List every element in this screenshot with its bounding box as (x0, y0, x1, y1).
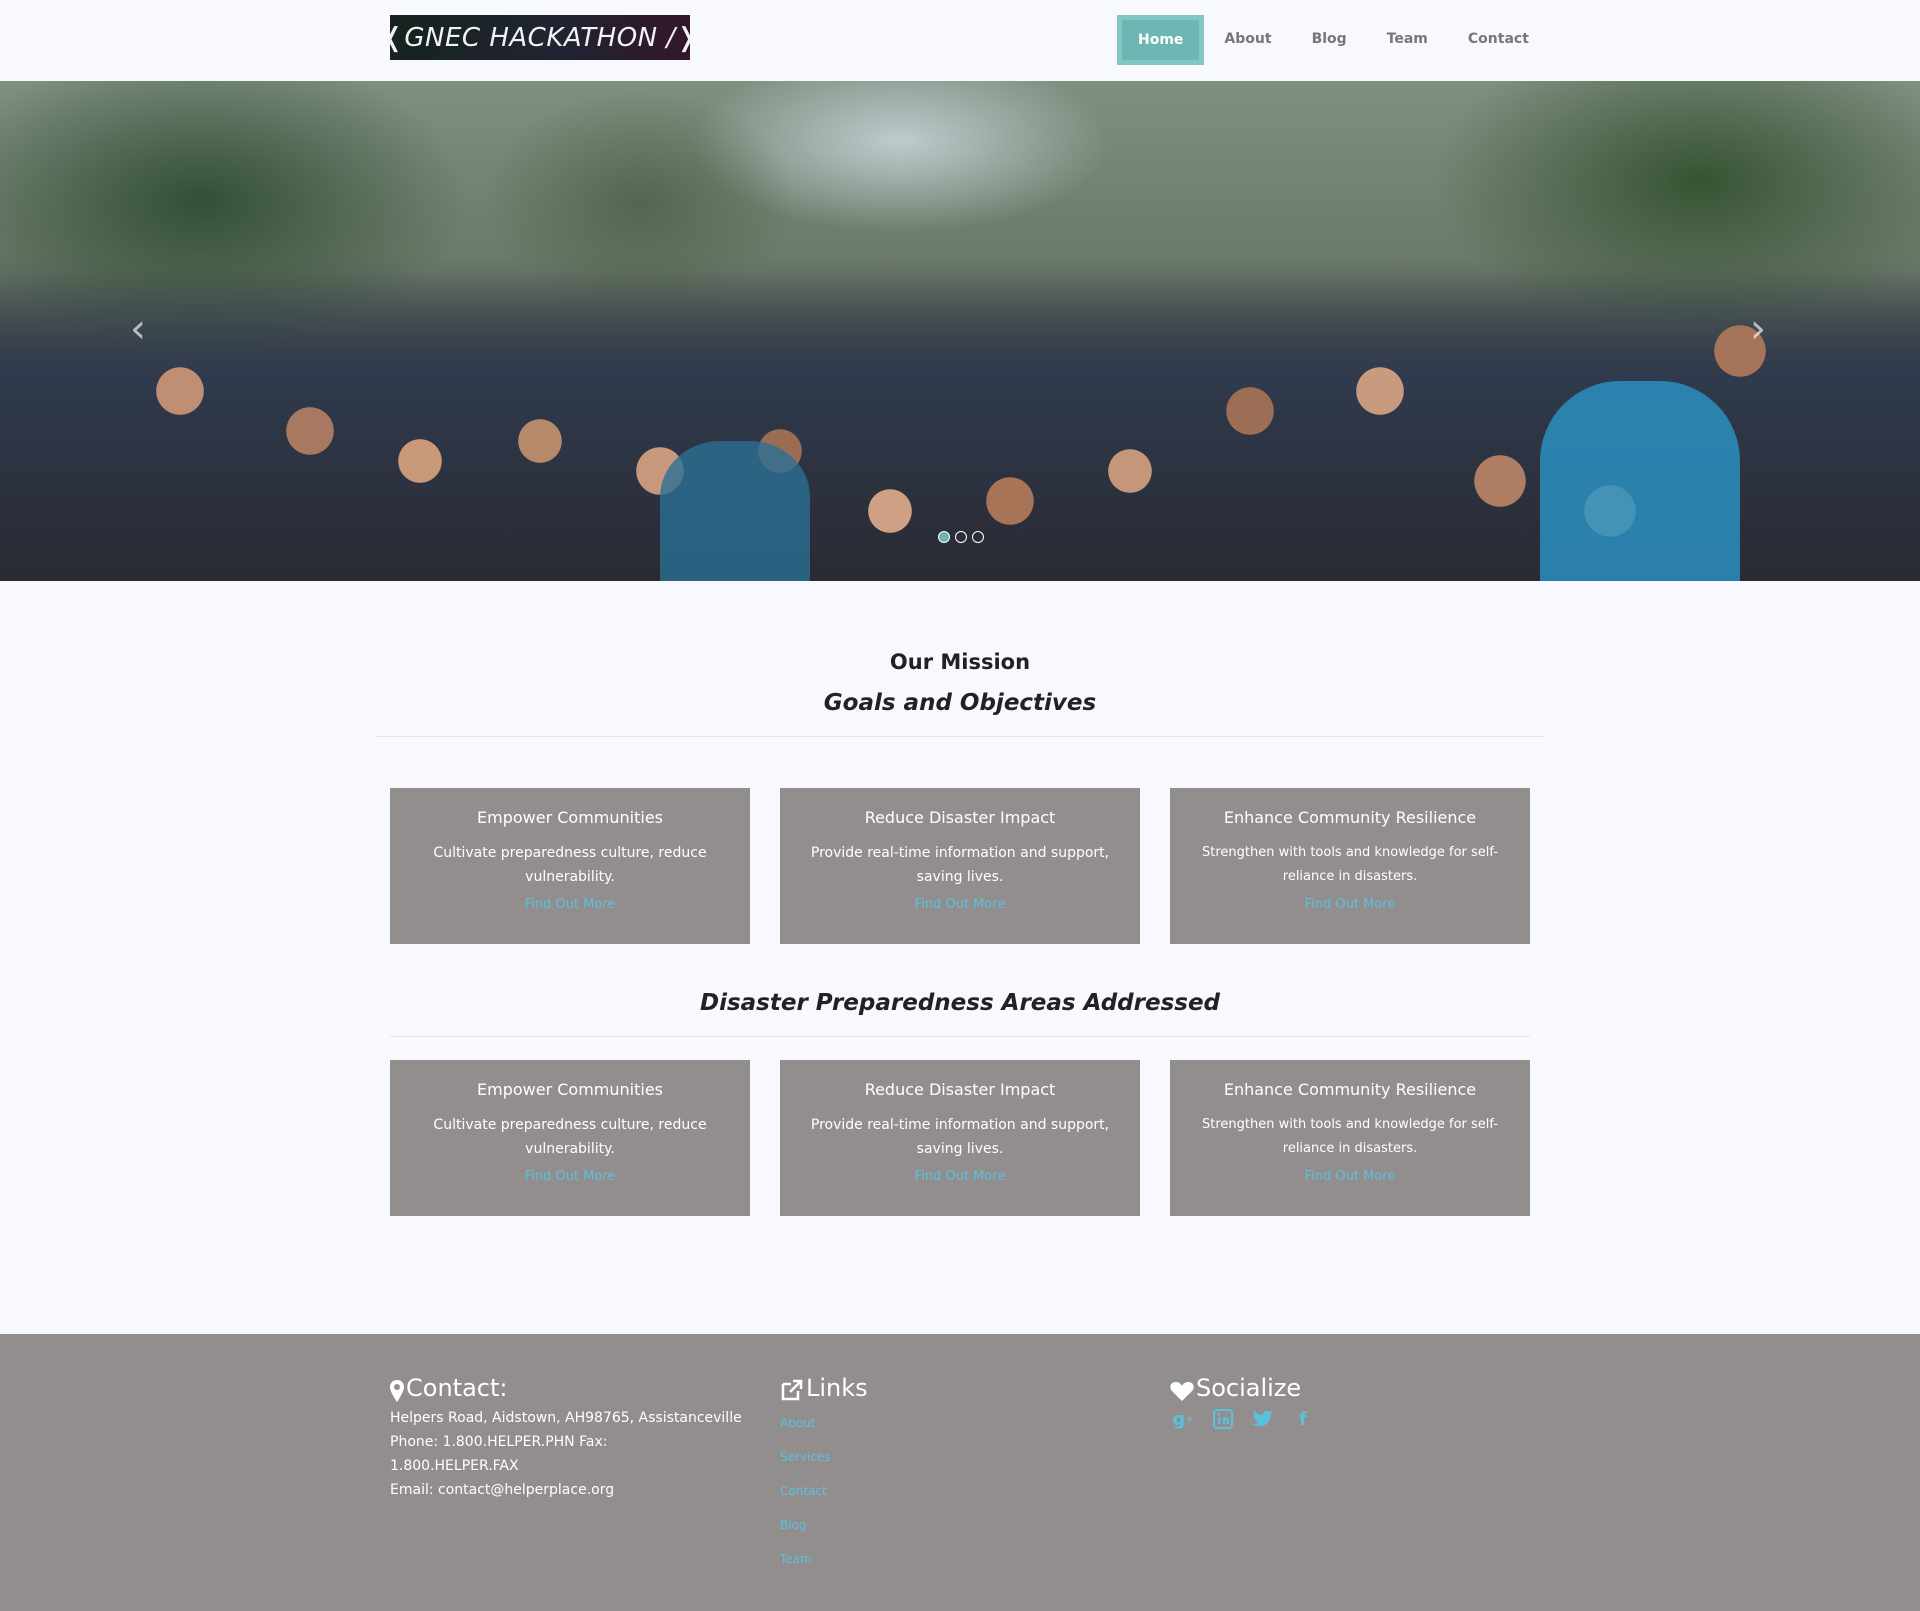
goal-card-title: Reduce Disaster Impact (864, 808, 1056, 827)
nav-item-home[interactable]: Home (1117, 15, 1205, 65)
area-card-text: Provide real-time information and suppor… (810, 1117, 1110, 1157)
external-link-icon (781, 1379, 803, 1401)
linkedin-icon[interactable] (1210, 1406, 1236, 1432)
footer-social-heading: Socialize (1170, 1374, 1530, 1402)
heart-icon (1170, 1382, 1194, 1401)
area-card-text: Cultivate preparedness culture, reduce v… (433, 1117, 707, 1157)
find-out-more-link[interactable]: Find Out More (1305, 897, 1396, 912)
carousel-indicators (938, 531, 984, 543)
find-out-more-link[interactable]: Find Out More (525, 897, 616, 912)
footer-phone-fax: Phone: 1.800.HELPER.PHN Fax: (390, 1434, 608, 1450)
goal-card-text: Strengthen with tools and knowledge for … (1202, 845, 1498, 884)
chevron-left-icon[interactable]: ‹ (118, 309, 158, 349)
brand-logo[interactable]: ❬GNEC HACKATHON /❭ (382, 15, 697, 60)
find-out-more-link[interactable]: Find Out More (915, 897, 1006, 912)
find-out-more-link[interactable]: Find Out More (525, 1169, 616, 1184)
footer-links: Links About Services Contact Blog Team (780, 1374, 1140, 1576)
goal-card-text: Cultivate preparedness culture, reduce v… (433, 845, 707, 885)
goals-cards: Empower Communities Cultivate preparedne… (390, 788, 1530, 944)
area-card-title: Empower Communities (477, 1080, 663, 1099)
areas-title: Disaster Preparedness Areas Addressed (699, 990, 1221, 1016)
twitter-icon[interactable] (1250, 1406, 1276, 1432)
nav-item-blog[interactable]: Blog (1292, 15, 1367, 65)
areas-cards: Empower Communities Cultivate preparedne… (390, 1060, 1530, 1216)
area-card-title: Enhance Community Resilience (1223, 1080, 1477, 1099)
hero-carousel: ‹ › (0, 81, 1920, 581)
divider (390, 1036, 1530, 1037)
footer-links-heading: Links (780, 1374, 1140, 1402)
nav-item-contact[interactable]: Contact (1448, 15, 1549, 65)
nav-item-team[interactable]: Team (1367, 15, 1448, 65)
carousel-indicator-3[interactable] (972, 531, 984, 543)
map-marker-icon (390, 1380, 404, 1402)
footer-social: Socialize g + f (1170, 1374, 1530, 1432)
nav-item-about[interactable]: About (1204, 15, 1291, 65)
area-card: Enhance Community Resilience Strengthen … (1170, 1060, 1530, 1216)
footer-address: Helpers Road, Aidstown, AH98765, Assista… (390, 1410, 742, 1426)
footer-link-team[interactable]: Team (780, 1542, 1140, 1576)
footer-social-title: Socialize (1196, 1374, 1302, 1402)
mission-subtitle: Goals and Objectives (823, 690, 1097, 716)
footer-link-services[interactable]: Services (780, 1440, 1140, 1474)
area-card: Reduce Disaster Impact Provide real-time… (780, 1060, 1140, 1216)
footer: Contact: Helpers Road, Aidstown, AH98765… (0, 1334, 1920, 1611)
footer-contact-title: Contact: (406, 1374, 508, 1402)
goal-card: Enhance Community Resilience Strengthen … (1170, 788, 1530, 944)
google-plus-icon[interactable]: g + (1170, 1406, 1196, 1432)
carousel-indicator-1[interactable] (938, 531, 950, 543)
area-card: Empower Communities Cultivate preparedne… (390, 1060, 750, 1216)
social-icons: g + f (1170, 1406, 1530, 1432)
brand-logo-text: ❬GNEC HACKATHON /❭ (382, 22, 698, 53)
goal-card: Empower Communities Cultivate preparedne… (390, 788, 750, 944)
area-card-text: Strengthen with tools and knowledge for … (1202, 1117, 1498, 1156)
navbar: ❬GNEC HACKATHON /❭ Home About Blog Team … (0, 0, 1920, 81)
area-card-title: Reduce Disaster Impact (864, 1080, 1056, 1099)
find-out-more-link[interactable]: Find Out More (1305, 1169, 1396, 1184)
chevron-right-icon[interactable]: › (1738, 309, 1778, 349)
footer-link-about[interactable]: About (780, 1406, 1140, 1440)
divider (375, 736, 1545, 737)
footer-fax: 1.800.HELPER.FAX (390, 1458, 519, 1474)
footer-contact-heading: Contact: (390, 1374, 760, 1402)
footer-links-title: Links (806, 1374, 868, 1402)
facebook-icon[interactable]: f (1290, 1406, 1316, 1432)
carousel-indicator-2[interactable] (955, 531, 967, 543)
main-nav: Home About Blog Team Contact (1117, 15, 1549, 65)
goal-card-text: Provide real-time information and suppor… (810, 845, 1110, 885)
footer-link-blog[interactable]: Blog (780, 1508, 1140, 1542)
goal-card-title: Empower Communities (477, 808, 663, 827)
mission-title: Our Mission (889, 650, 1031, 674)
footer-contact: Contact: Helpers Road, Aidstown, AH98765… (390, 1374, 760, 1502)
goal-card: Reduce Disaster Impact Provide real-time… (780, 788, 1140, 944)
footer-links-list: About Services Contact Blog Team (780, 1406, 1140, 1576)
goal-card-title: Enhance Community Resilience (1223, 808, 1477, 827)
find-out-more-link[interactable]: Find Out More (915, 1169, 1006, 1184)
footer-email: Email: contact@helperplace.org (390, 1482, 615, 1498)
footer-link-contact[interactable]: Contact (780, 1474, 1140, 1508)
